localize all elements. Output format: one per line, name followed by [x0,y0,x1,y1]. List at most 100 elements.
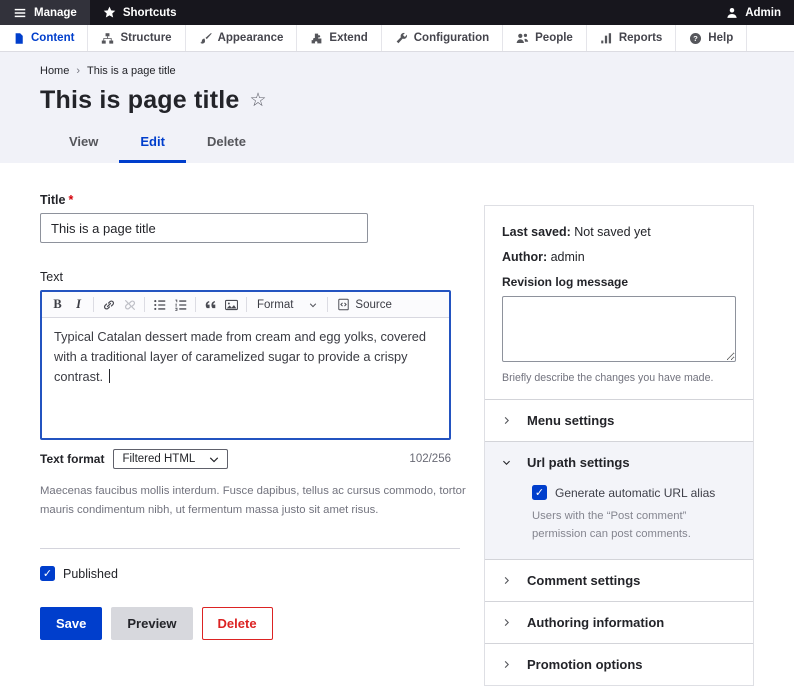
wrench-icon [395,32,408,45]
author-label: Author: [502,250,547,264]
blockquote-button[interactable] [200,295,221,315]
menu-item-people[interactable]: People [503,25,587,51]
primary-tabs: View Edit Delete [40,125,754,163]
accordion-menu-settings: Menu settings [485,399,753,441]
admin-menu: Content Structure Appearance Extend Conf… [0,25,794,52]
text-field-label: Text [40,270,462,284]
paintbrush-icon [199,32,212,45]
chevron-right-icon [501,659,512,670]
unlink-icon [123,298,137,312]
accordion-comment-settings: Comment settings [485,559,753,601]
menu-item-label: People [535,32,573,44]
accordion-header[interactable]: Authoring information [485,602,753,643]
title-label-text: Title [40,193,65,207]
author-line: Author: admin [502,250,736,264]
form-column: Title* Text B I [40,193,462,640]
tab-view[interactable]: View [48,125,119,163]
bulleted-list-button[interactable] [149,295,170,315]
file-icon [13,32,25,45]
hamburger-icon [13,6,27,20]
menu-item-configuration[interactable]: Configuration [382,25,503,51]
menu-item-help[interactable]: ? Help [676,25,747,51]
published-label: Published [63,567,118,581]
chevron-down-icon [501,457,512,468]
shortcuts-button[interactable]: Shortcuts [90,0,190,25]
delete-button[interactable]: Delete [202,607,273,640]
source-button-label: Source [355,299,391,311]
menu-item-label: Reports [619,32,662,44]
node-meta: Last saved: Not saved yet Author: admin … [485,206,753,399]
bold-button[interactable]: B [47,295,68,315]
blockquote-icon [204,298,218,312]
node-edit-form: Title* Text B I [0,163,794,686]
menu-item-label: Help [708,32,733,44]
breadcrumb-home-link[interactable]: Home [40,65,69,77]
wysiwyg-editor: B I [40,290,451,440]
breadcrumb: Home › This is a page title [40,65,754,77]
menu-item-structure[interactable]: Structure [88,25,185,51]
published-checkbox[interactable]: ✓ [40,566,55,581]
form-actions: Save Preview Delete [40,607,462,640]
revision-log-help: Briefly describe the changes you have ma… [502,372,736,384]
menu-item-label: Configuration [414,32,489,44]
menu-item-label: Extend [329,32,367,44]
toolbar-separator [195,297,196,312]
admin-user-button[interactable]: Admin [713,0,794,25]
save-button[interactable]: Save [40,607,102,640]
accordion-title: Comment settings [527,573,640,588]
accordion-promotion-options: Promotion options [485,643,753,685]
tab-edit[interactable]: Edit [119,125,186,163]
character-counter: 102/256 [409,453,451,465]
menu-item-extend[interactable]: Extend [297,25,381,51]
puzzle-icon [310,32,323,45]
image-icon [224,298,239,312]
manage-button[interactable]: Manage [0,0,90,25]
source-button[interactable]: Source [332,298,396,311]
numbered-list-icon [174,298,188,312]
url-alias-checkbox-row[interactable]: ✓ Generate automatic URL alias [532,485,737,500]
shortcuts-label: Shortcuts [123,7,177,19]
menu-item-appearance[interactable]: Appearance [186,25,298,51]
tab-delete[interactable]: Delete [186,125,267,163]
url-alias-help: Users with the “Post comment” permission… [532,508,737,543]
editor-toolbar: B I [42,292,449,318]
accordion-title: Authoring information [527,615,664,630]
title-input[interactable] [40,213,368,243]
menu-item-content[interactable]: Content [0,25,88,51]
revision-log-textarea[interactable] [502,296,736,362]
accordion-header[interactable]: Menu settings [485,400,753,441]
settings-sidebar: Last saved: Not saved yet Author: admin … [484,205,754,686]
menu-item-label: Content [31,32,74,44]
required-mark: * [68,193,73,207]
numbered-list-button[interactable] [170,295,191,315]
text-format-row: Text format Filtered HTML 102/256 [40,449,451,469]
format-dropdown[interactable]: Format [251,299,323,311]
accordion-header[interactable]: Comment settings [485,560,753,601]
breadcrumb-separator: › [76,65,80,77]
preview-button[interactable]: Preview [111,607,192,640]
published-checkbox-row[interactable]: ✓ Published [40,566,462,581]
accordion-header[interactable]: Url path settings [485,442,753,483]
toolbar-separator [246,297,247,312]
bulleted-list-icon [153,298,167,312]
source-code-icon [337,298,350,311]
bookmark-star-icon[interactable]: ☆ [249,89,266,112]
accordion-title: Promotion options [527,657,643,672]
form-divider [40,548,460,549]
url-alias-label: Generate automatic URL alias [555,486,715,500]
image-button[interactable] [221,295,242,315]
toolbar-spacer [190,0,714,25]
unlink-button[interactable] [119,295,140,315]
url-alias-checkbox[interactable]: ✓ [532,485,547,500]
accordion-header[interactable]: Promotion options [485,644,753,685]
author-value: admin [547,250,585,264]
page-title: This is page title [40,86,239,115]
last-saved-line: Last saved: Not saved yet [502,225,736,239]
editor-content-area[interactable]: Typical Catalan dessert made from cream … [42,318,449,438]
menu-item-reports[interactable]: Reports [587,25,676,51]
italic-button[interactable]: I [68,295,89,315]
text-caret [109,369,111,383]
accordion-title: Url path settings [527,455,630,470]
text-format-select[interactable]: Filtered HTML [113,449,228,469]
link-button[interactable] [98,295,119,315]
